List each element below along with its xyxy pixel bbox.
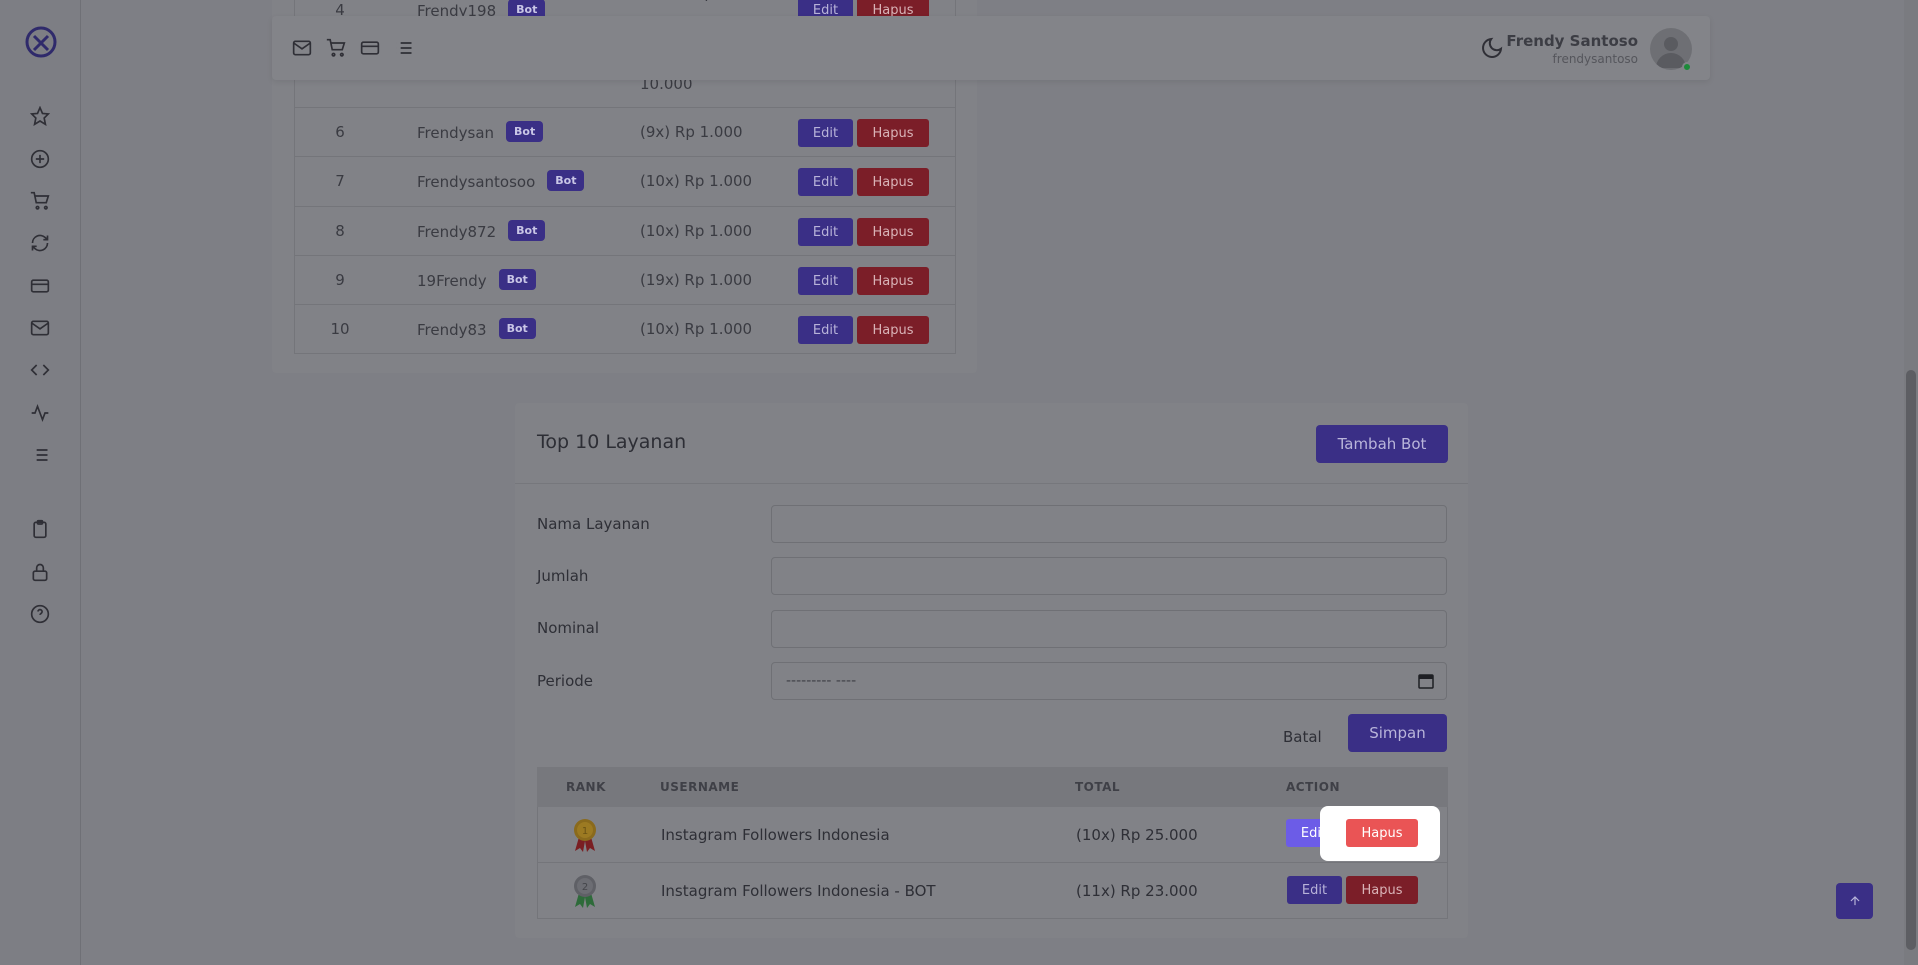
clipboard-icon[interactable]: [28, 517, 52, 541]
cart-icon[interactable]: [324, 36, 348, 60]
row-number: 6: [335, 123, 345, 141]
rank-header: RANK: [566, 780, 606, 794]
edit-button[interactable]: Edit: [798, 119, 853, 147]
username-cell: Frendy872 Bot: [417, 220, 546, 243]
scrollbar-thumb[interactable]: [1906, 370, 1916, 950]
nama-layanan-label: Nama Layanan: [537, 515, 650, 533]
username-cell: Frendy83 Bot: [417, 318, 536, 341]
row-number: 9: [335, 271, 345, 289]
total-cell: (10x) Rp 1.000: [640, 222, 753, 240]
username-cell: Frendysan Bot: [417, 121, 544, 144]
code-icon[interactable]: [28, 358, 52, 382]
delete-button[interactable]: Hapus: [857, 168, 929, 196]
scroll-to-top-button[interactable]: [1836, 883, 1873, 919]
total-header: TOTAL: [1075, 780, 1121, 794]
delete-button[interactable]: Hapus: [857, 218, 929, 246]
username-cell: 19Frendy Bot: [417, 269, 536, 292]
service-total: (11x) Rp 23.000: [1076, 882, 1198, 900]
logo-icon[interactable]: [24, 25, 58, 59]
mail-icon[interactable]: [28, 316, 52, 340]
total-cell: (19x) Rp 1.000: [640, 271, 753, 289]
total-cell: (10x) Rp 1.000: [640, 172, 753, 190]
add-bot-button[interactable]: Tambah Bot: [1316, 425, 1448, 463]
row-number: 10: [330, 320, 350, 338]
refresh-icon[interactable]: [28, 231, 52, 255]
sidebar: [0, 0, 81, 965]
activity-icon[interactable]: [28, 401, 52, 425]
nominal-input[interactable]: [771, 610, 1447, 648]
silver-medal-icon: 2: [574, 875, 596, 908]
calendar-icon[interactable]: [1418, 673, 1434, 689]
row-number: 8: [335, 222, 345, 240]
online-status-dot: [1682, 62, 1692, 72]
save-button[interactable]: Simpan: [1348, 714, 1447, 752]
bot-badge: Bot: [498, 269, 536, 290]
bot-badge: Bot: [498, 318, 536, 339]
list-icon[interactable]: [28, 443, 52, 467]
help-circle-icon[interactable]: [28, 602, 52, 626]
divider: [515, 483, 1468, 484]
edit-button[interactable]: Edit: [798, 168, 853, 196]
service-name: Instagram Followers Indonesia: [661, 826, 890, 844]
nama-layanan-input[interactable]: [771, 505, 1447, 543]
periode-label: Periode: [537, 672, 594, 690]
svg-text:1: 1: [582, 826, 588, 837]
edit-button[interactable]: Edit: [798, 316, 853, 344]
star-icon[interactable]: [28, 104, 52, 128]
username-header: USERNAME: [660, 780, 740, 794]
list-icon[interactable]: [392, 36, 416, 60]
bot-badge: Bot: [508, 220, 546, 241]
edit-button[interactable]: Edit: [1287, 876, 1342, 904]
table-row: 10 Frendy83 Bot (10x) Rp 1.000 Edit Hapus: [294, 305, 956, 354]
credit-card-icon[interactable]: [28, 274, 52, 298]
total-cell: (100x) Rp: [640, 0, 714, 2]
service-total: (10x) Rp 25.000: [1076, 826, 1198, 844]
username-cell: Frendysantosoo Bot: [417, 170, 585, 193]
table-row: 9 19Frendy Bot (19x) Rp 1.000 Edit Hapus: [294, 256, 956, 305]
delete-button[interactable]: Hapus: [1346, 876, 1418, 904]
topbar: Frendy Santoso frendysantoso: [272, 16, 1710, 80]
total-cell: (9x) Rp 1.000: [640, 123, 743, 141]
user-name: Frendy Santoso: [1506, 32, 1638, 50]
gold-medal-icon: 1: [574, 819, 596, 852]
delete-button[interactable]: Hapus: [1346, 819, 1418, 847]
edit-button[interactable]: Edit: [798, 218, 853, 246]
username-text: Frendysantosoo: [417, 173, 536, 191]
credit-card-icon[interactable]: [358, 36, 382, 60]
bot-badge: Bot: [506, 121, 544, 142]
table-row: 6 Frendysan Bot (9x) Rp 1.000 Edit Hapus: [294, 108, 956, 157]
bot-badge: Bot: [547, 170, 585, 191]
mail-icon[interactable]: [290, 36, 314, 60]
plus-circle-icon[interactable]: [28, 147, 52, 171]
action-header: ACTION: [1286, 780, 1340, 794]
cancel-button[interactable]: Batal: [1283, 728, 1322, 746]
row-number: 7: [335, 172, 345, 190]
card-title: Top 10 Layanan: [537, 431, 687, 453]
username-text: Frendysan: [417, 124, 495, 142]
table-row: 2 Instagram Followers Indonesia - BOT (1…: [537, 863, 1448, 919]
service-name: Instagram Followers Indonesia - BOT: [661, 882, 936, 900]
moon-icon[interactable]: [1480, 36, 1504, 60]
table-row: 8 Frendy872 Bot (10x) Rp 1.000 Edit Hapus: [294, 207, 956, 256]
nominal-label: Nominal: [537, 619, 600, 637]
delete-button[interactable]: Hapus: [857, 267, 929, 295]
jumlah-input[interactable]: [771, 557, 1447, 595]
edit-button[interactable]: Edit: [798, 267, 853, 295]
periode-date-input[interactable]: --------- ----: [771, 662, 1447, 700]
date-placeholder: --------- ----: [786, 673, 857, 689]
svg-text:2: 2: [582, 882, 588, 893]
delete-button[interactable]: Hapus: [857, 119, 929, 147]
username-text: Frendy83: [417, 321, 487, 339]
table-header: RANK USERNAME TOTAL ACTION: [537, 767, 1448, 807]
lock-icon[interactable]: [28, 560, 52, 584]
username-text: Frendy872: [417, 223, 497, 241]
table-row: 7 Frendysantosoo Bot (10x) Rp 1.000 Edit Hapu…: [294, 157, 956, 207]
jumlah-label: Jumlah: [537, 567, 589, 585]
username-text: 19Frendy: [417, 272, 487, 290]
delete-button[interactable]: Hapus: [857, 316, 929, 344]
cart-icon[interactable]: [28, 189, 52, 213]
user-handle: frendysantoso: [1552, 52, 1638, 66]
total-cell: (10x) Rp 1.000: [640, 320, 753, 338]
